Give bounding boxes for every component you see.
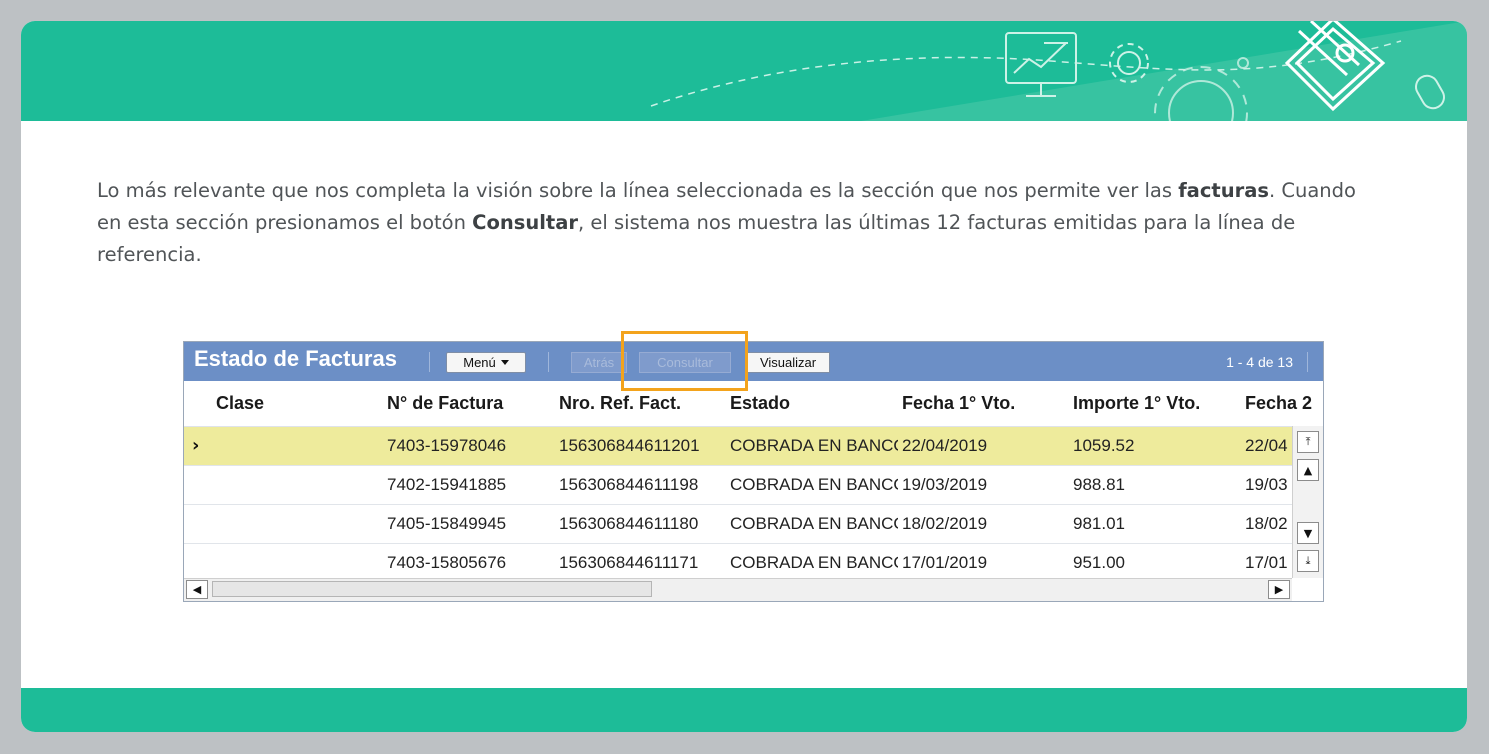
- toolbar-divider: [1307, 352, 1308, 372]
- column-header-clase[interactable]: Clase: [216, 393, 264, 414]
- consult-button-highlight: [621, 331, 748, 391]
- banner-decoration: [650, 21, 1467, 121]
- gear-icon: [1109, 43, 1149, 83]
- invoice-status-window: Estado de Facturas Menú Atrás Consultar …: [183, 341, 1324, 602]
- scroll-down-icon[interactable]: ▼: [1297, 522, 1319, 544]
- cell-factura: 7403-15805676: [387, 553, 507, 572]
- menu-button-label: Menú: [463, 355, 496, 370]
- cell-importe1: 981.01: [1073, 514, 1125, 533]
- vertical-scrollbar[interactable]: ⤒ ▲ ▼ ⤓: [1292, 426, 1323, 578]
- cell-estado: COBRADA EN BANCO: [730, 553, 898, 572]
- scroll-right-icon[interactable]: ▶: [1268, 580, 1290, 599]
- intro-text-1: Lo más relevante que nos completa la vis…: [97, 179, 1179, 202]
- row-pointer-icon: ›: [192, 435, 200, 456]
- cell-ref: 156306844611198: [559, 475, 699, 494]
- scroll-bottom-icon[interactable]: ⤓: [1297, 550, 1319, 572]
- horizontal-scroll-thumb[interactable]: [212, 581, 652, 597]
- cell-fecha2: 18/02: [1245, 514, 1288, 533]
- menu-button[interactable]: Menú: [446, 352, 526, 373]
- column-header-estado[interactable]: Estado: [730, 393, 790, 414]
- intro-bold-facturas: facturas: [1178, 179, 1269, 202]
- column-header-fecha2[interactable]: Fecha 2: [1245, 393, 1312, 414]
- table-row[interactable]: 7402-15941885 156306844611198 COBRADA EN…: [184, 466, 1292, 505]
- cell-factura: 7403-15978046: [387, 436, 507, 455]
- cell-estado: COBRADA EN BANCO: [730, 514, 898, 533]
- cell-factura: 7402-15941885: [387, 475, 507, 494]
- intro-paragraph: Lo más relevante que nos completa la vis…: [97, 175, 1357, 271]
- scroll-up-icon[interactable]: ▲: [1297, 459, 1319, 481]
- cell-fecha1: 19/03/2019: [902, 475, 988, 494]
- scroll-top-icon[interactable]: ⤒: [1297, 431, 1319, 453]
- content-card: Lo más relevante que nos completa la vis…: [21, 21, 1467, 732]
- table-row[interactable]: 7405-15849945 156306844611180 COBRADA EN…: [184, 505, 1292, 544]
- column-header-factura[interactable]: N° de Factura: [387, 393, 503, 414]
- horizontal-scrollbar[interactable]: ◀ ▶: [184, 578, 1292, 601]
- pagination-text: 1 - 4 de 13: [1226, 354, 1293, 370]
- header-banner: [21, 21, 1467, 121]
- intro-bold-consultar: Consultar: [472, 211, 579, 234]
- column-header-ref[interactable]: Nro. Ref. Fact.: [559, 393, 681, 414]
- cell-estado: COBRADA EN BANCO: [730, 475, 898, 494]
- back-button[interactable]: Atrás: [571, 352, 627, 373]
- window-toolbar: Estado de Facturas Menú Atrás Consultar …: [184, 342, 1323, 381]
- toolbar-divider: [429, 352, 430, 372]
- cell-fecha2: 22/04: [1245, 436, 1288, 455]
- cell-fecha1: 18/02/2019: [902, 514, 988, 533]
- chevron-down-icon: [500, 360, 509, 365]
- column-header-fecha1[interactable]: Fecha 1° Vto.: [902, 393, 1015, 414]
- cell-importe1: 1059.52: [1073, 436, 1135, 455]
- cell-fecha1: 17/01/2019: [902, 553, 988, 572]
- cell-estado: COBRADA EN BANCO: [730, 436, 898, 455]
- view-button[interactable]: Visualizar: [746, 352, 830, 373]
- footer-banner: [21, 688, 1467, 732]
- table-row[interactable]: › 7403-15978046 156306844611201 COBRADA …: [184, 427, 1292, 466]
- cell-ref: 156306844611171: [559, 553, 699, 572]
- cell-fecha1: 22/04/2019: [902, 436, 988, 455]
- cell-ref: 156306844611180: [559, 514, 699, 533]
- toolbar-divider: [548, 352, 549, 372]
- cell-importe1: 951.00: [1073, 553, 1125, 572]
- column-header-importe1[interactable]: Importe 1° Vto.: [1073, 393, 1200, 414]
- cell-fecha2: 19/03: [1245, 475, 1288, 494]
- cell-importe1: 988.81: [1073, 475, 1125, 494]
- table-row[interactable]: 7403-15805676 156306844611171 COBRADA EN…: [184, 544, 1292, 578]
- cell-factura: 7405-15849945: [387, 514, 507, 533]
- monitor-chart-icon: [1005, 32, 1077, 97]
- scroll-left-icon[interactable]: ◀: [186, 580, 208, 599]
- window-title: Estado de Facturas: [194, 346, 397, 371]
- table-header: Clase N° de Factura Nro. Ref. Fact. Esta…: [184, 381, 1323, 427]
- cell-fecha2: 17/01: [1245, 553, 1288, 572]
- cell-ref: 156306844611201: [559, 436, 700, 455]
